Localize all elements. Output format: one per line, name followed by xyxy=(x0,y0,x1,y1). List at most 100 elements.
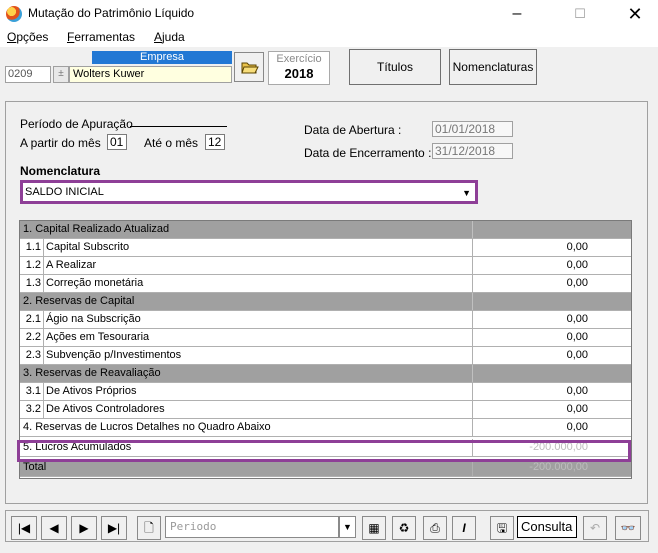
table-row[interactable]: 1.2 A Realizar 0,00 xyxy=(20,257,631,275)
row-description: 4. Reservas de Lucros Detalhes no Quadro… xyxy=(20,419,473,436)
row-description: 1.1 Capital Subscrito xyxy=(20,239,473,256)
lucros-highlight xyxy=(17,440,631,462)
row-label: De Ativos Controladores xyxy=(46,403,165,415)
calculator-icon[interactable]: ▦ xyxy=(362,516,386,540)
row-amount: 0,00 xyxy=(566,349,588,361)
exercicio-label: Exercício xyxy=(276,53,322,65)
row-amount xyxy=(474,221,588,238)
table-row[interactable]: 3.1 De Ativos Próprios 0,00 xyxy=(20,383,631,401)
row-label: A Realizar xyxy=(46,259,97,271)
italic-icon[interactable]: I xyxy=(452,516,476,540)
title-bar: Mutação do Patrimônio Líquido – ☐ ✕ xyxy=(0,0,658,28)
row-description: 2.2 Ações em Tesouraria xyxy=(20,329,473,346)
row-description: 2.1 Ágio na Subscrição xyxy=(20,311,473,328)
row-amount: 0,00 xyxy=(566,313,588,325)
empresa-code-field[interactable]: 0209 xyxy=(5,66,51,83)
minimize-button[interactable]: – xyxy=(494,0,540,28)
table-row[interactable]: 1.1 Capital Subscrito 0,00 xyxy=(20,239,631,257)
row-number: 2.3 xyxy=(20,347,44,364)
app-icon xyxy=(6,6,22,22)
exercicio-box: Exercício 2018 xyxy=(268,51,330,85)
row-number: 1.2 xyxy=(20,257,44,274)
close-button[interactable]: ✕ xyxy=(612,0,658,28)
row-amount: 0,00 xyxy=(566,277,588,289)
abertura-date-field: 01/01/2018 xyxy=(432,121,513,137)
row-label: Correção monetária xyxy=(46,277,144,289)
new-document-icon[interactable]: 🗋 xyxy=(137,516,161,540)
row-label: Ágio na Subscrição xyxy=(46,313,141,325)
empresa-spin-button[interactable]: ± xyxy=(53,66,69,83)
row-amount: 0,00 xyxy=(566,259,588,271)
recycle-icon[interactable]: ♻ xyxy=(392,516,416,540)
to-month-field[interactable]: 12 xyxy=(205,134,225,150)
row-number: 3.1 xyxy=(20,383,44,400)
empresa-name-field[interactable]: Wolters Kuwer xyxy=(69,66,232,83)
row-amount: 0,00 xyxy=(566,331,588,343)
print-icon[interactable]: ⎙ xyxy=(423,516,447,540)
from-month-label: A partir do mês xyxy=(20,136,101,150)
row-number: 1.3 xyxy=(20,275,44,292)
row-number: 1.1 xyxy=(20,239,44,256)
row-description: 1.2 A Realizar xyxy=(20,257,473,274)
abertura-label: Data de Abertura : xyxy=(304,123,402,137)
row-amount xyxy=(474,293,588,310)
table-row[interactable]: 2.2 Ações em Tesouraria 0,00 xyxy=(20,329,631,347)
table-row[interactable]: 1. Capital Realizado Atualizad xyxy=(20,221,631,239)
nomenclatura-label: Nomenclatura xyxy=(20,164,101,178)
row-label: De Ativos Próprios xyxy=(46,385,137,397)
first-record-button[interactable]: |◀ xyxy=(11,516,37,540)
undo-icon[interactable]: ↶ xyxy=(583,516,607,540)
row-description: 3. Reservas de Reavaliação xyxy=(20,365,473,382)
table-row[interactable]: 4. Reservas de Lucros Detalhes no Quadro… xyxy=(20,419,631,437)
table-row[interactable]: 1.3 Correção monetária 0,00 xyxy=(20,275,631,293)
row-number: 2.1 xyxy=(20,311,44,328)
nomenclaturas-button[interactable]: Nomenclaturas xyxy=(449,49,537,85)
exercicio-year: 2018 xyxy=(284,66,314,81)
consulta-field[interactable]: Consulta xyxy=(517,516,577,538)
row-number: 2.2 xyxy=(20,329,44,346)
table-row[interactable]: 2. Reservas de Capital xyxy=(20,293,631,311)
periodo-title: Período de Apuração xyxy=(20,117,133,131)
nomenclatura-select[interactable]: SALDO INICIAL ▼ xyxy=(20,180,478,204)
row-amount: 0,00 xyxy=(566,385,588,397)
row-description: 2. Reservas de Capital xyxy=(20,293,473,310)
row-description: 2.3 Subvenção p/Investimentos xyxy=(20,347,473,364)
open-folder-icon xyxy=(241,62,259,74)
titulos-button[interactable]: Títulos xyxy=(349,49,441,85)
encerramento-date-field: 31/12/2018 xyxy=(432,143,513,159)
row-amount: 0,00 xyxy=(566,241,588,253)
window-title: Mutação do Patrimônio Líquido xyxy=(28,6,195,20)
menu-ajuda[interactable]: Ajuda xyxy=(154,30,185,44)
last-record-button[interactable]: ▶| xyxy=(101,516,127,540)
binoculars-icon[interactable]: 👓 xyxy=(615,516,641,540)
open-folder-button[interactable] xyxy=(234,52,264,82)
row-description: 3.1 De Ativos Próprios xyxy=(20,383,473,400)
table-row[interactable]: 3.2 De Ativos Controladores 0,00 xyxy=(20,401,631,419)
periodo-dropdown-icon[interactable]: ▼ xyxy=(339,516,356,538)
row-label: Capital Subscrito xyxy=(46,241,130,253)
to-month-label: Até o mês xyxy=(144,136,199,150)
table-row[interactable]: 2.1 Ágio na Subscrição 0,00 xyxy=(20,311,631,329)
row-label: Subvenção p/Investimentos xyxy=(46,349,182,361)
from-month-field[interactable]: 01 xyxy=(107,134,127,150)
menu-opcoes[interactable]: Opções xyxy=(7,30,48,44)
row-amount: 0,00 xyxy=(566,403,588,415)
row-description: 1. Capital Realizado Atualizad xyxy=(20,221,473,238)
row-description: 3.2 De Ativos Controladores xyxy=(20,401,473,418)
next-record-button[interactable]: ▶ xyxy=(71,516,97,540)
row-number: 3.2 xyxy=(20,401,44,418)
maximize-button[interactable]: ☐ xyxy=(557,0,603,28)
save-icon[interactable]: 🖫 xyxy=(490,516,514,540)
periodo-field[interactable]: Periodo xyxy=(165,516,339,538)
empresa-label: Empresa xyxy=(92,51,232,64)
table-row[interactable]: 3. Reservas de Reavaliação xyxy=(20,365,631,383)
menu-bar: Opções Ferramentas Ajuda xyxy=(0,28,658,47)
chevron-down-icon[interactable]: ▼ xyxy=(462,188,471,198)
prev-record-button[interactable]: ◀ xyxy=(41,516,67,540)
row-label: Ações em Tesouraria xyxy=(46,331,150,343)
table-row[interactable]: 2.3 Subvenção p/Investimentos 0,00 xyxy=(20,347,631,365)
encerramento-label: Data de Encerramento : xyxy=(304,146,432,160)
menu-ferramentas[interactable]: Ferramentas xyxy=(67,30,135,44)
row-amount xyxy=(474,365,588,382)
nomenclaturas-label: Nomenclaturas xyxy=(452,60,534,74)
